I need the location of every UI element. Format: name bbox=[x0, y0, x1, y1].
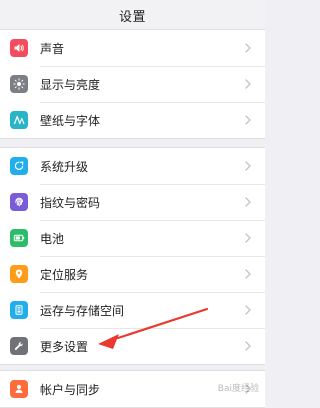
settings-row-location-services[interactable]: 定位服务 bbox=[0, 256, 265, 292]
brightness-icon bbox=[10, 75, 28, 93]
page-title: 设置 bbox=[118, 9, 146, 25]
account-icon bbox=[10, 380, 28, 398]
settings-row-label: 系统升级 bbox=[40, 159, 89, 174]
settings-row-label: 运存与存储空间 bbox=[40, 303, 125, 318]
settings-row-label: 声音 bbox=[40, 41, 65, 56]
settings-row-sound[interactable]: 声音 bbox=[0, 30, 265, 66]
chevron-right-icon bbox=[241, 341, 255, 351]
chevron-right-icon bbox=[241, 161, 255, 171]
chevron-right-icon bbox=[241, 197, 255, 207]
storage-icon bbox=[10, 301, 28, 319]
settings-row-system-update[interactable]: 系统升级 bbox=[0, 148, 265, 184]
settings-group-2: 系统升级 指纹与密码 电池 定位服务 运存与存储空间 更多设置 bbox=[0, 147, 265, 365]
chevron-right-icon bbox=[241, 233, 255, 243]
settings-row-wallpaper-font[interactable]: 壁纸与字体 bbox=[0, 102, 265, 138]
settings-row-label: 电池 bbox=[40, 231, 65, 246]
location-icon bbox=[10, 265, 28, 283]
chevron-right-icon bbox=[241, 115, 255, 125]
system-update-icon bbox=[10, 157, 28, 175]
chevron-right-icon bbox=[241, 269, 255, 279]
settings-row-memory-storage[interactable]: 运存与存储空间 bbox=[0, 292, 265, 328]
battery-icon bbox=[10, 229, 28, 247]
chevron-right-icon bbox=[241, 79, 255, 89]
settings-row-display-brightness[interactable]: 显示与亮度 bbox=[0, 66, 265, 102]
watermark-text: Bai度经验 bbox=[217, 384, 259, 394]
wrench-icon bbox=[10, 337, 28, 355]
font-icon bbox=[10, 111, 28, 129]
fingerprint-icon bbox=[10, 193, 28, 211]
settings-row-label: 定位服务 bbox=[40, 267, 89, 282]
app-header: 设置 bbox=[0, 0, 265, 31]
settings-row-label: 帐户与同步 bbox=[40, 382, 101, 397]
settings-row-fingerprint-password[interactable]: 指纹与密码 bbox=[0, 184, 265, 220]
settings-row-more-settings[interactable]: 更多设置 bbox=[0, 328, 265, 364]
speaker-icon bbox=[10, 39, 28, 57]
settings-row-label: 显示与亮度 bbox=[40, 77, 101, 92]
settings-row-battery[interactable]: 电池 bbox=[0, 220, 265, 256]
settings-group-1: 声音 显示与亮度 壁纸与字体 bbox=[0, 29, 265, 139]
settings-row-label: 壁纸与字体 bbox=[40, 113, 101, 128]
chevron-right-icon bbox=[241, 305, 255, 315]
settings-row-label: 更多设置 bbox=[40, 339, 89, 354]
chevron-right-icon bbox=[241, 43, 255, 53]
settings-row-label: 指纹与密码 bbox=[40, 195, 101, 210]
